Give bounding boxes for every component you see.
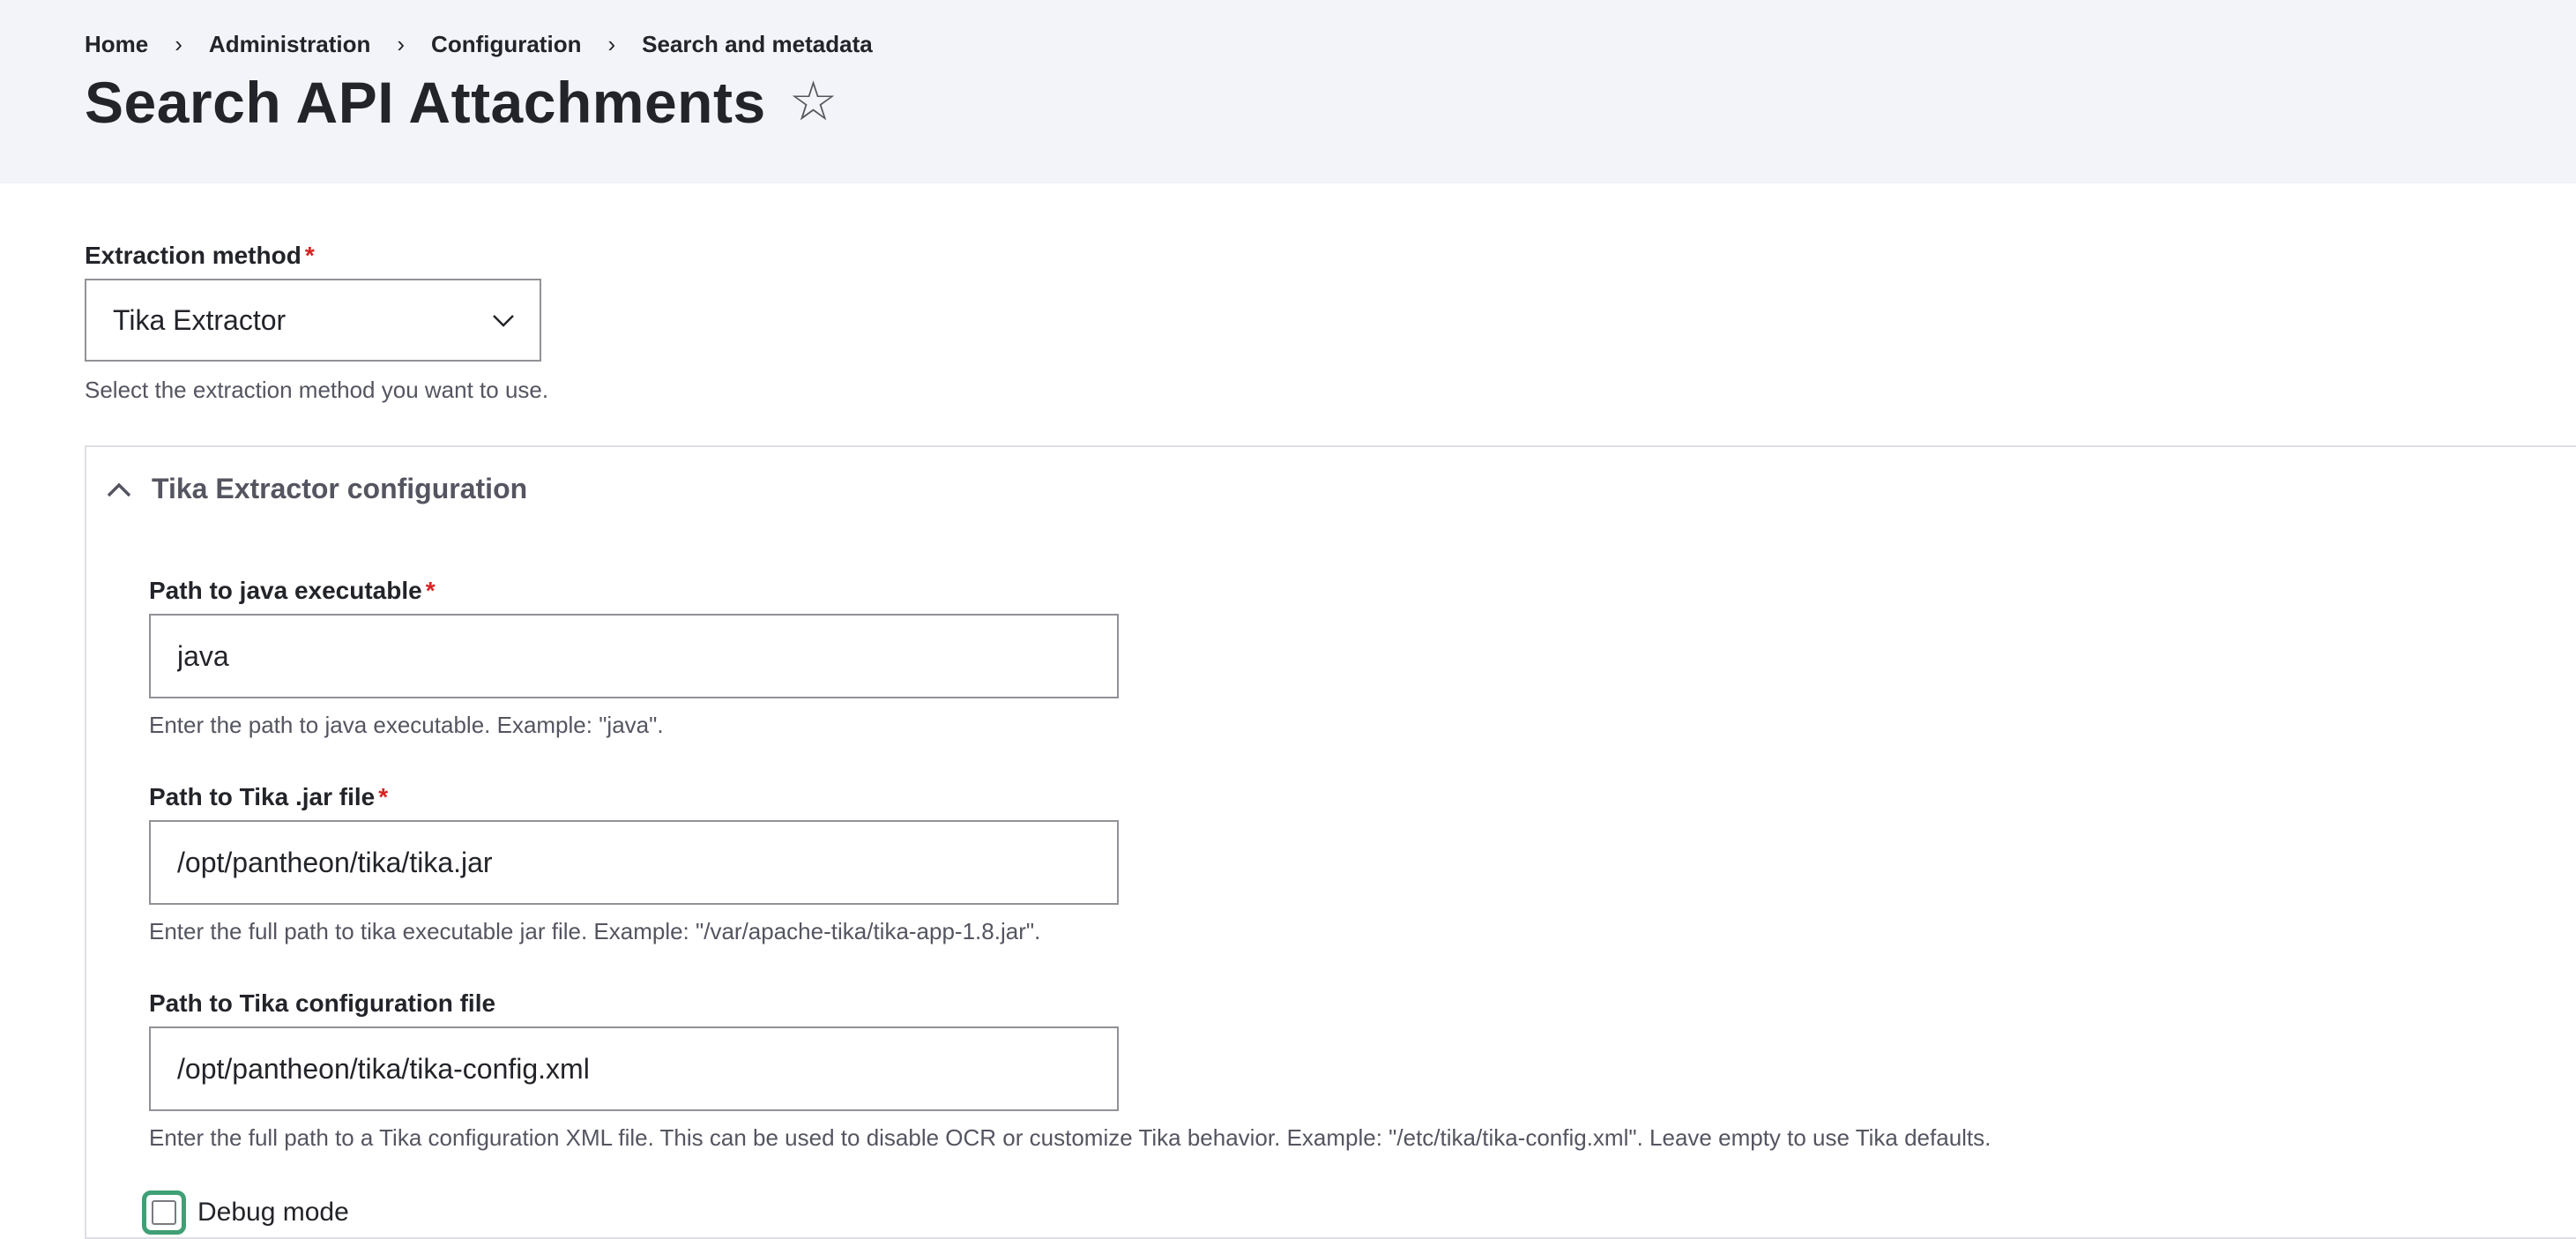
debug-mode-label: Debug mode [197,1198,349,1227]
chevron-right-icon: › [607,31,616,57]
chevron-right-icon: › [397,31,406,57]
page-title: Search API Attachments ☆ [85,69,838,136]
star-icon[interactable]: ☆ [789,75,838,130]
required-marker: * [378,783,389,810]
jar-path-description: Enter the full path to tika executable j… [149,918,1041,944]
chevron-right-icon: › [175,31,182,57]
config-path-label-text: Path to Tika configuration file [149,989,496,1017]
config-path-label: Path to Tika configuration file [149,989,495,1018]
java-path-label-text: Path to java executable [149,577,422,604]
breadcrumb-home-link[interactable]: Home [85,31,148,58]
java-path-label: Path to java executable * [149,577,436,605]
extraction-method-label-text: Extraction method [85,242,302,269]
java-path-description: Enter the path to java executable. Examp… [149,712,664,738]
extraction-method-description: Select the extraction method you want to… [85,377,549,403]
jar-path-label: Path to Tika .jar file * [149,783,388,811]
tika-config-toggle[interactable]: Tika Extractor configuration [106,473,527,505]
java-path-input[interactable] [149,614,1119,698]
tika-config-summary-label: Tika Extractor configuration [152,473,528,504]
jar-path-input[interactable] [149,820,1119,905]
breadcrumb: Home › Administration › Configuration › … [85,31,873,58]
required-marker: * [425,577,436,604]
breadcrumb-search-metadata-link[interactable]: Search and metadata [642,31,873,58]
debug-mode-checkbox[interactable] [142,1190,186,1235]
breadcrumb-configuration-link[interactable]: Configuration [431,31,581,58]
config-path-input[interactable] [149,1026,1119,1111]
required-marker: * [304,242,315,269]
extraction-method-selected-value: Tika Extractor [113,303,287,336]
jar-path-label-text: Path to Tika .jar file [149,783,376,810]
checkbox-box [152,1200,176,1225]
breadcrumb-administration-link[interactable]: Administration [209,31,370,58]
config-path-description: Enter the full path to a Tika configurat… [149,1124,1992,1151]
extraction-method-label: Extraction method * [85,242,315,270]
extraction-method-select[interactable]: Tika Extractor [85,279,541,362]
page-title-text: Search API Attachments [85,70,766,135]
chevron-down-icon [493,315,514,327]
chevron-up-icon [107,482,131,496]
